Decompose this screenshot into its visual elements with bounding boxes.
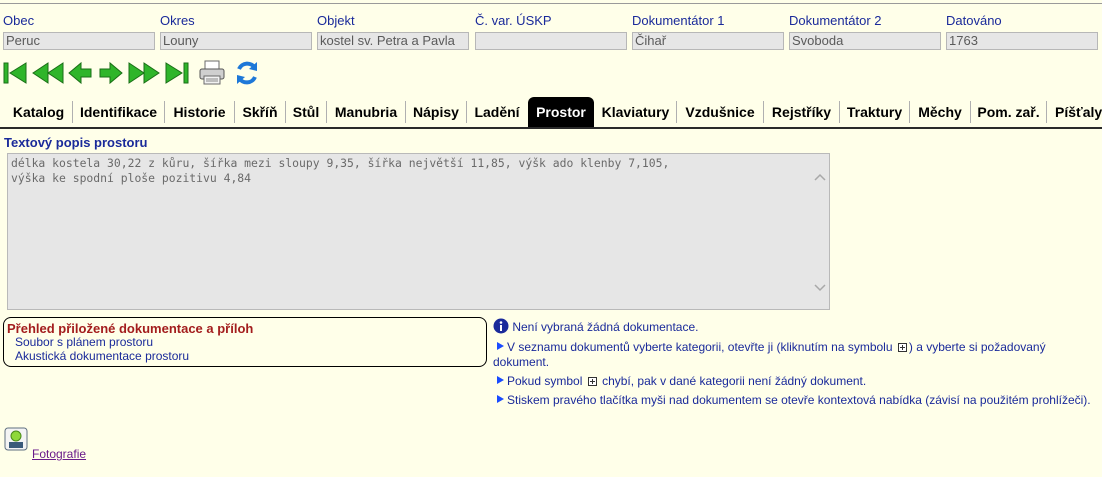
field-label: Okres xyxy=(160,13,195,28)
dokumentator-2-input[interactable]: Svoboda xyxy=(789,32,941,50)
info-none-selected: Není vybraná žádná dokumentace. xyxy=(493,318,1099,335)
forward-button[interactable] xyxy=(96,58,126,88)
field-label: Obec xyxy=(3,13,35,28)
tab-pistaly[interactable]: Píšťaly xyxy=(1047,97,1102,127)
expand-plus-icon xyxy=(897,343,907,352)
datovano-input[interactable]: 1763 xyxy=(946,32,1098,50)
documentation-title: Přehled přiložené dokumentace a příloh xyxy=(7,321,254,336)
field-label: Dokumentátor 1 xyxy=(632,13,725,28)
photo-link[interactable]: Fotografie xyxy=(32,447,86,461)
tab-stul[interactable]: Stůl xyxy=(286,97,326,127)
tab-vzdusnice[interactable]: Vzdušnice xyxy=(677,97,763,127)
tab-identifikace[interactable]: Identifikace xyxy=(73,97,164,127)
documentation-panel: Přehled přiložené dokumentace a příloh S… xyxy=(3,317,487,367)
hint-3: Stiskem pravého tlačítka myši nad dokume… xyxy=(507,393,1091,407)
tab-katalog[interactable]: Katalog xyxy=(5,97,72,127)
info-hint-2: Pokud symbol chybí, pak v dané kategorii… xyxy=(493,374,1099,389)
last-icon xyxy=(165,62,189,84)
hint-2b: chybí, pak v dané kategorii není žádný d… xyxy=(602,374,867,388)
fast-forward-icon xyxy=(128,62,160,84)
refresh-icon xyxy=(237,61,257,85)
doc-item-plan[interactable]: Soubor s plánem prostoru xyxy=(15,335,153,349)
doc-item-acoustic[interactable]: Akustická dokumentace prostoru xyxy=(15,349,189,363)
field-okres: Okres Louny xyxy=(160,13,312,50)
tab-prostor[interactable]: Prostor xyxy=(528,97,594,127)
first-button[interactable] xyxy=(0,58,30,88)
tab-rejstriky[interactable]: Rejstříky xyxy=(764,97,839,127)
expand-plus-icon xyxy=(587,377,597,386)
print-icon xyxy=(199,60,225,85)
info-hint-3: Stiskem pravého tlačítka myši nad dokume… xyxy=(493,393,1099,408)
scroll-down-icon[interactable] xyxy=(812,281,828,295)
info-icon xyxy=(493,318,509,334)
tab-bar: Katalog Identifikace Historie Skříň Stůl… xyxy=(0,97,1102,129)
dokumentator-1-input[interactable]: Čihař xyxy=(632,32,784,50)
info-hint-1: V seznamu dokumentů vyberte kategorii, o… xyxy=(493,340,1099,370)
fast-back-button[interactable] xyxy=(30,58,66,88)
bullet-arrow-icon xyxy=(497,395,504,403)
forward-icon xyxy=(99,61,123,85)
last-button[interactable] xyxy=(162,58,192,88)
bullet-arrow-icon xyxy=(497,342,504,350)
description-textarea[interactable]: délka kostela 30,22 z kůru, šířka mezi s… xyxy=(7,153,830,310)
field-objekt: Objekt kostel sv. Petra a Pavla xyxy=(317,13,469,50)
field-label: Objekt xyxy=(317,13,355,28)
photo-icon[interactable] xyxy=(4,427,28,455)
var-uskp-input[interactable] xyxy=(475,32,627,50)
tab-historie[interactable]: Historie xyxy=(165,97,234,127)
print-button[interactable] xyxy=(196,58,228,88)
field-datovano: Datováno 1763 xyxy=(946,13,1098,50)
objekt-input[interactable]: kostel sv. Petra a Pavla xyxy=(317,32,469,50)
field-obec: Obec Peruc xyxy=(3,13,155,50)
tab-traktury[interactable]: Traktury xyxy=(840,97,909,127)
tab-manubria[interactable]: Manubria xyxy=(327,97,405,127)
top-divider xyxy=(0,3,1102,4)
hint-2a: Pokud symbol xyxy=(507,374,583,388)
field-var-uskp: Č. var. ÚSKP xyxy=(475,13,627,50)
back-icon xyxy=(68,61,92,85)
scroll-up-icon[interactable] xyxy=(812,170,828,184)
obec-input[interactable]: Peruc xyxy=(3,32,155,50)
tab-napisy[interactable]: Nápisy xyxy=(406,97,466,127)
tab-mechy[interactable]: Měchy xyxy=(910,97,970,127)
fast-back-icon xyxy=(32,62,64,84)
okres-input[interactable]: Louny xyxy=(160,32,312,50)
tab-pom-zar[interactable]: Pom. zař. xyxy=(971,97,1046,127)
fast-forward-button[interactable] xyxy=(126,58,162,88)
tab-klaviatury[interactable]: Klaviatury xyxy=(595,97,676,127)
bullet-arrow-icon xyxy=(497,376,504,384)
field-dokumentator-1: Dokumentátor 1 Čihař xyxy=(632,13,784,50)
tab-skrin[interactable]: Skříň xyxy=(235,97,285,127)
field-dokumentator-2: Dokumentátor 2 Svoboda xyxy=(789,13,941,50)
field-label: Č. var. ÚSKP xyxy=(475,13,552,28)
refresh-button[interactable] xyxy=(231,58,263,88)
section-title: Textový popis prostoru xyxy=(4,135,148,150)
none-selected-text: Není vybraná žádná dokumentace. xyxy=(512,320,699,334)
field-label: Dokumentátor 2 xyxy=(789,13,882,28)
tab-ladeni[interactable]: Ladění xyxy=(467,97,527,127)
first-icon xyxy=(3,62,27,84)
back-button[interactable] xyxy=(66,58,94,88)
field-label: Datováno xyxy=(946,13,1002,28)
hint-1a: V seznamu dokumentů vyberte kategorii, o… xyxy=(507,340,893,354)
